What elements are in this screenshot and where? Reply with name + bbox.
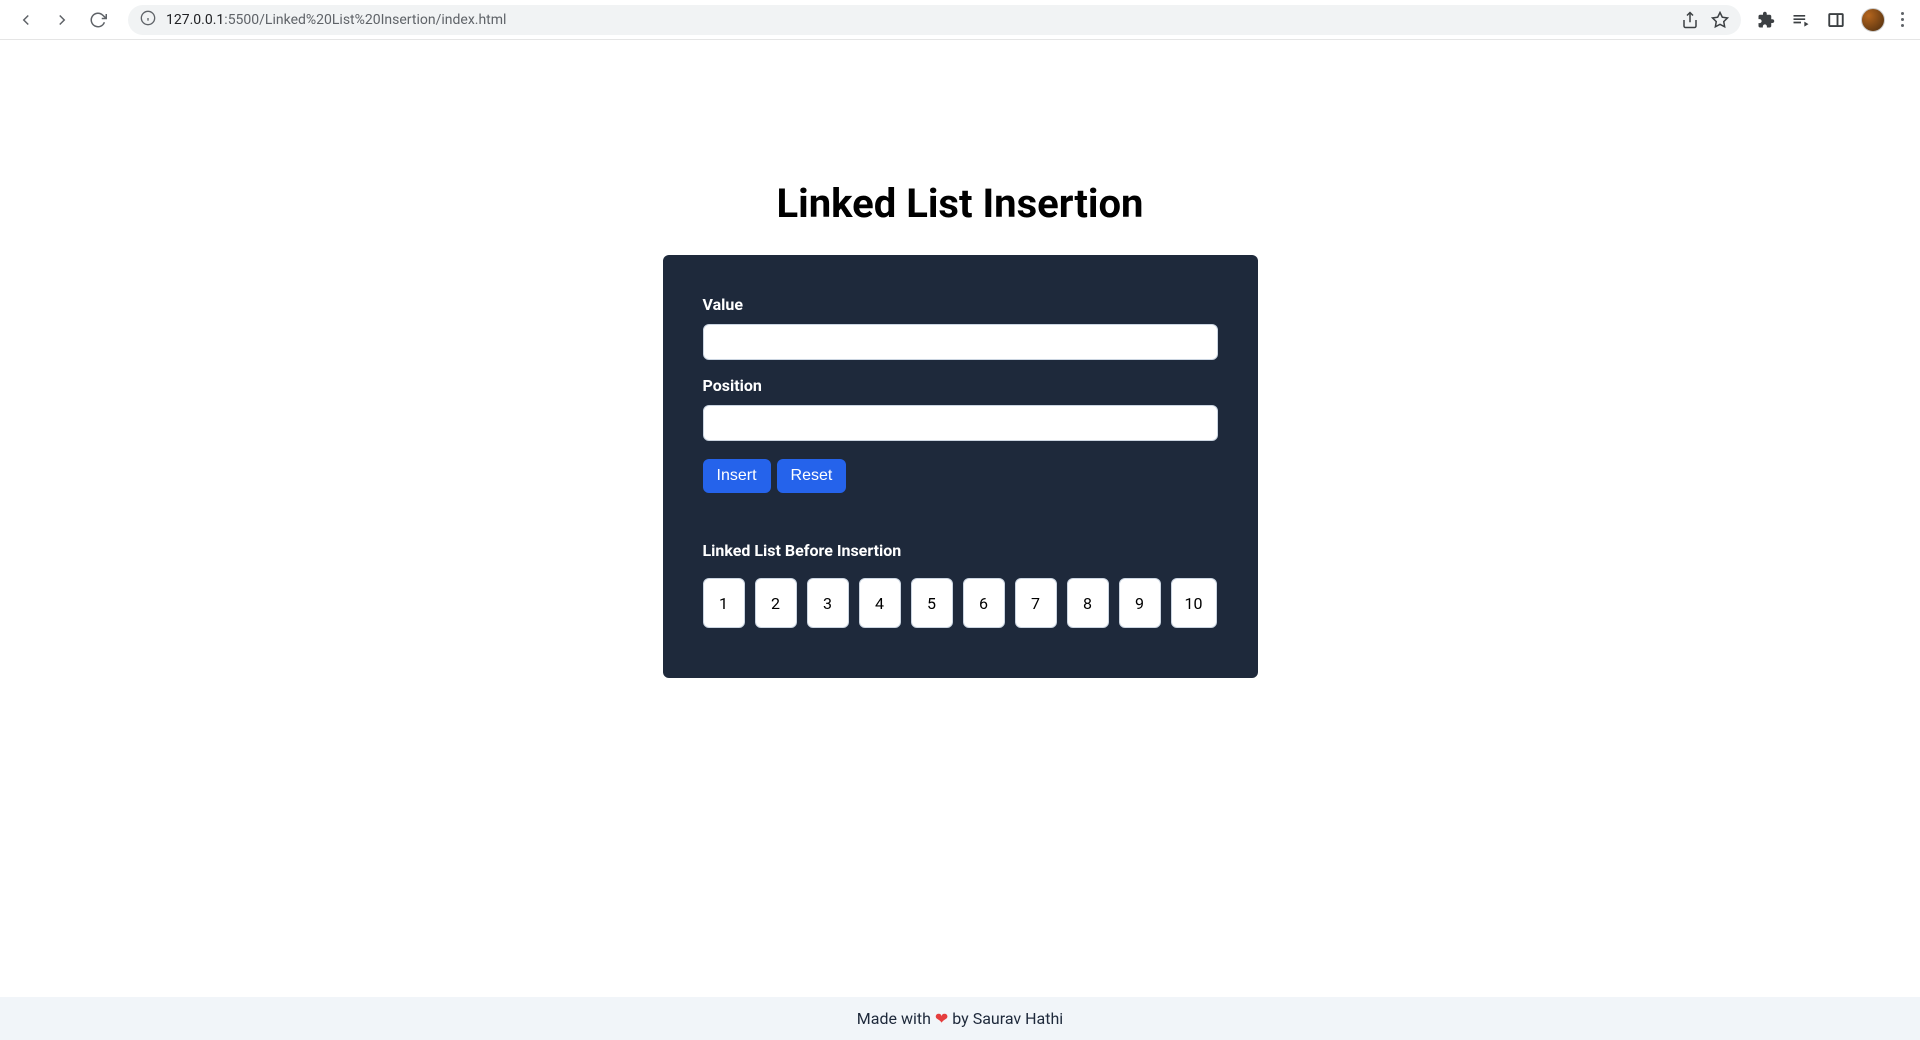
footer-suffix: by Saurav Hathi <box>948 1009 1063 1028</box>
url-text: 127.0.0.1:5500/Linked%20List%20Insertion… <box>166 12 1681 28</box>
extensions-icon[interactable] <box>1757 11 1775 29</box>
reset-button[interactable]: Reset <box>777 459 847 493</box>
list-node: 8 <box>1067 578 1109 628</box>
footer-prefix: Made with <box>857 1009 935 1028</box>
value-input[interactable] <box>703 324 1218 360</box>
list-heading: Linked List Before Insertion <box>703 541 1218 560</box>
list-node: 2 <box>755 578 797 628</box>
list-node: 10 <box>1171 578 1217 628</box>
address-bar[interactable]: 127.0.0.1:5500/Linked%20List%20Insertion… <box>128 5 1741 35</box>
position-input[interactable] <box>703 405 1218 441</box>
insert-button[interactable]: Insert <box>703 459 771 493</box>
back-button[interactable] <box>12 6 40 34</box>
page-title: Linked List Insertion <box>777 180 1144 227</box>
list-node: 4 <box>859 578 901 628</box>
page-content: Linked List Insertion Value Position Ins… <box>0 40 1920 1040</box>
forward-button[interactable] <box>48 6 76 34</box>
browser-toolbar: 127.0.0.1:5500/Linked%20List%20Insertion… <box>0 0 1920 40</box>
list-node: 9 <box>1119 578 1161 628</box>
list-node: 1 <box>703 578 745 628</box>
playlist-icon[interactable] <box>1791 10 1811 30</box>
heart-icon: ❤ <box>935 1009 948 1028</box>
reload-button[interactable] <box>84 6 112 34</box>
profile-avatar[interactable] <box>1861 8 1885 32</box>
footer: Made with ❤ by Saurav Hathi <box>0 997 1920 1040</box>
chrome-actions <box>1757 8 1908 32</box>
position-group: Position <box>703 376 1218 441</box>
panel-icon[interactable] <box>1827 11 1845 29</box>
button-row: Insert Reset <box>703 459 1218 493</box>
site-info-icon[interactable] <box>140 10 156 30</box>
list-node: 3 <box>807 578 849 628</box>
value-group: Value <box>703 295 1218 360</box>
menu-icon[interactable] <box>1901 12 1904 27</box>
position-label: Position <box>703 376 1218 395</box>
list-node: 6 <box>963 578 1005 628</box>
form-card: Value Position Insert Reset Linked List … <box>663 255 1258 678</box>
main-area: Linked List Insertion Value Position Ins… <box>0 40 1920 997</box>
value-label: Value <box>703 295 1218 314</box>
list-node: 7 <box>1015 578 1057 628</box>
list-node: 5 <box>911 578 953 628</box>
bookmark-star-icon[interactable] <box>1711 11 1729 29</box>
share-icon[interactable] <box>1681 11 1699 29</box>
linked-list-row: 1 2 3 4 5 6 7 8 9 10 <box>703 578 1218 628</box>
